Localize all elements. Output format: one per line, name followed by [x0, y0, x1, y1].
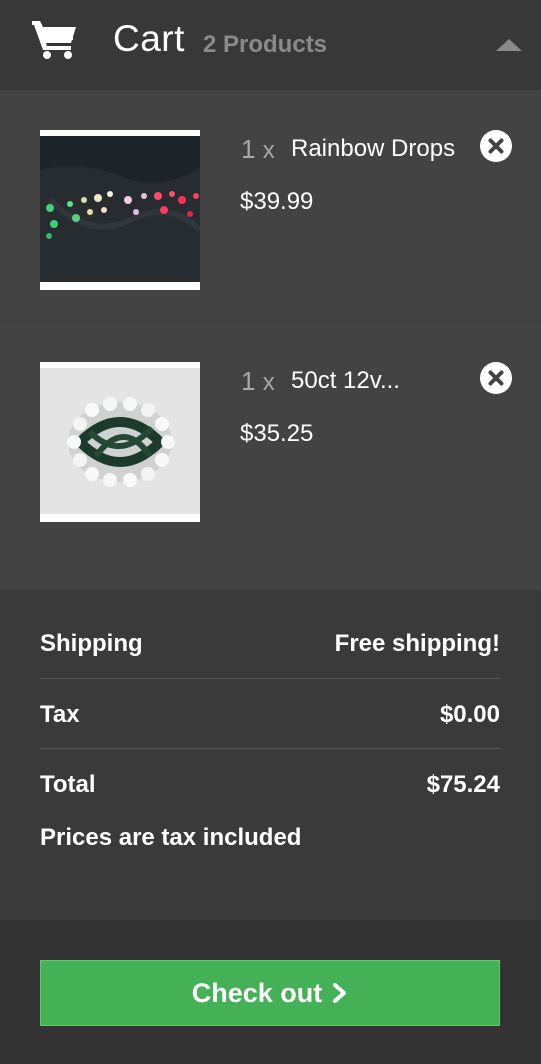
- item-quantity-value: 1: [241, 134, 256, 164]
- item-name[interactable]: Rainbow Drops: [291, 135, 455, 163]
- caret-up-icon[interactable]: [496, 37, 522, 51]
- tax-note: Prices are tax included: [40, 824, 302, 851]
- item-name[interactable]: 50ct 12v...: [291, 367, 400, 395]
- shipping-value: Free shipping!: [334, 630, 500, 657]
- cart-item: 1 x Rainbow Drops $39.99: [0, 90, 541, 322]
- item-price: $39.99: [240, 188, 314, 215]
- product-image-string-lights[interactable]: [40, 362, 200, 522]
- item-quantity-multiplier: x: [262, 369, 275, 396]
- item-quantity-value: 1: [241, 366, 256, 396]
- item-quantity-multiplier: x: [262, 137, 275, 164]
- cart-footer: Check out: [0, 920, 541, 1064]
- close-circle-icon[interactable]: [480, 130, 512, 162]
- shipping-label: Shipping: [40, 630, 143, 657]
- shipping-row: Shipping Free shipping!: [40, 590, 500, 679]
- cart-product-count: 2 Products: [203, 31, 328, 58]
- cart-title: Cart: [113, 18, 185, 59]
- cart-summary: Shipping Free shipping! Tax $0.00 Total …: [0, 590, 541, 920]
- item-price: $35.25: [240, 420, 314, 447]
- item-quantity: 1 x: [241, 366, 275, 397]
- tax-label: Tax: [40, 701, 80, 728]
- tax-value: $0.00: [439, 701, 500, 728]
- checkout-button[interactable]: Check out: [40, 960, 500, 1026]
- cart-item: 1 x 50ct 12v... $35.25: [0, 322, 541, 590]
- close-circle-icon[interactable]: [480, 362, 512, 394]
- chevron-right-icon: [333, 983, 347, 1003]
- checkout-label: Check out: [191, 977, 323, 1008]
- cart-items-list: 1 x Rainbow Drops $39.99 1 x 50ct 12v...…: [0, 90, 541, 590]
- total-label: Total: [40, 771, 96, 798]
- total-row: Total $75.24: [40, 749, 500, 809]
- cart-icon: [32, 21, 76, 59]
- item-quantity: 1 x: [241, 134, 275, 165]
- cart-header[interactable]: Cart 2 Products: [0, 0, 541, 90]
- product-image-rainbow-drops[interactable]: [40, 130, 200, 290]
- total-value: $75.24: [426, 771, 500, 798]
- tax-row: Tax $0.00: [40, 679, 500, 749]
